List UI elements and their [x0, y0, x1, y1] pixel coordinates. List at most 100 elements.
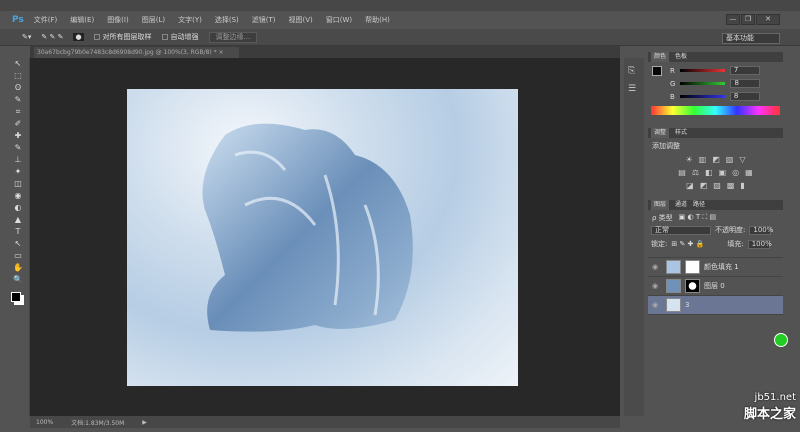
- tab-layers[interactable]: 图层: [651, 200, 670, 210]
- layers-panel: ρ 类型 ▣ ◐ T ⛶ ▤ 正常 不透明度: 100% 锁定: ⊞ ✎ ✚ 🔒 …: [648, 210, 783, 315]
- layer-row[interactable]: ◉ 图层 0: [648, 277, 783, 296]
- watermark-name: 脚本之家: [743, 407, 796, 422]
- color-spectrum[interactable]: [651, 106, 780, 115]
- tool-button[interactable]: ◉: [6, 190, 30, 202]
- menu-help[interactable]: 帮助(H): [365, 15, 390, 25]
- document-size[interactable]: 文档:1.83M/3.50M: [71, 418, 124, 427]
- visibility-eye-icon[interactable]: ◉: [652, 263, 662, 271]
- visibility-eye-icon[interactable]: ◉: [652, 282, 662, 290]
- tab-swatches[interactable]: 色板: [675, 52, 687, 62]
- adjust-panel-tabs: 调整 样式: [648, 128, 783, 138]
- brush-mode-icons[interactable]: ✎ ✎ ✎: [41, 33, 63, 41]
- adjustment-icons-row-1[interactable]: ☀ ▥ ◩ ▧ ▽: [648, 155, 783, 164]
- g-slider[interactable]: [680, 82, 726, 85]
- menu-view[interactable]: 视图(V): [289, 15, 313, 25]
- refine-edge-button[interactable]: 调整边缘...: [208, 31, 258, 43]
- status-bar: 100% 文档:1.83M/3.50M ▶: [30, 416, 620, 428]
- layer-mask-thumbnail[interactable]: [685, 279, 700, 293]
- close-button[interactable]: ✕: [756, 14, 780, 25]
- color-panel: R 7 G 8 B 8: [648, 62, 783, 128]
- blend-mode-select[interactable]: 正常: [651, 225, 711, 235]
- menu-filter[interactable]: 滤镜(T): [252, 15, 276, 25]
- document-tab-title: 30a67bcbg79b0e7483c8d6908d90.jpg @ 100%(…: [37, 49, 217, 56]
- layer-name[interactable]: 颜色填充 1: [704, 262, 739, 272]
- opacity-input[interactable]: 100%: [749, 225, 773, 235]
- b-slider[interactable]: [679, 95, 725, 98]
- lock-icons[interactable]: ⊞ ✎ ✚ 🔒: [671, 240, 723, 248]
- tool-button[interactable]: ⌗: [6, 106, 30, 118]
- b-label: B: [670, 92, 675, 101]
- tab-adjustments[interactable]: 调整: [651, 128, 670, 138]
- zoom-level[interactable]: 100%: [36, 419, 53, 426]
- menu-edit[interactable]: 编辑(E): [70, 15, 94, 25]
- menu-window[interactable]: 窗口(W): [326, 15, 352, 25]
- filter-icons[interactable]: ▣ ◐ T ⛶ ▤: [679, 213, 716, 221]
- tool-button[interactable]: ▭: [6, 250, 30, 262]
- sample-all-label: 对所有图层取样: [102, 33, 152, 41]
- workspace-select[interactable]: 基本功能: [722, 33, 780, 44]
- tool-button[interactable]: ✐: [6, 118, 30, 130]
- quick-select-tool-icon[interactable]: ✎▾: [22, 33, 31, 41]
- b-value-input[interactable]: 8: [729, 92, 760, 101]
- tool-button[interactable]: ʘ: [6, 82, 30, 94]
- color-swatches[interactable]: [11, 292, 21, 302]
- menu-file[interactable]: 文件(F): [34, 15, 58, 25]
- tool-button[interactable]: ✎: [6, 142, 30, 154]
- brush-size-icon[interactable]: ●: [73, 33, 84, 41]
- minimize-button[interactable]: —: [726, 14, 740, 25]
- tool-button[interactable]: ✎: [6, 94, 30, 106]
- layer-thumbnail: [666, 260, 681, 274]
- document-tab[interactable]: 30a67bcbg79b0e7483c8d6908d90.jpg @ 100%(…: [34, 47, 239, 58]
- auto-enhance-checkbox[interactable]: 自动增强: [161, 32, 199, 42]
- tab-channels[interactable]: 通道: [675, 200, 687, 210]
- tool-button[interactable]: T: [6, 226, 30, 238]
- sample-all-checkbox[interactable]: 对所有图层取样: [93, 32, 152, 42]
- tool-button[interactable]: ✦: [6, 166, 30, 178]
- menu-bar: Ps 文件(F) 编辑(E) 图像(I) 图层(L) 文字(Y) 选择(S) 滤…: [0, 11, 800, 29]
- g-value-input[interactable]: 8: [730, 79, 761, 88]
- close-tab-icon[interactable]: ×: [219, 49, 224, 56]
- panel-dock: ⎘ ☰: [624, 58, 644, 416]
- r-slider[interactable]: [679, 69, 725, 72]
- restore-button[interactable]: ❐: [741, 14, 755, 25]
- foreground-color-swatch[interactable]: [652, 66, 662, 76]
- layer-row-selected[interactable]: ◉ 3: [648, 296, 783, 315]
- menu-select[interactable]: 选择(S): [215, 15, 239, 25]
- tool-button[interactable]: ↖: [6, 238, 30, 250]
- r-value-input[interactable]: 7: [729, 66, 760, 75]
- menu-image[interactable]: 图像(I): [107, 15, 129, 25]
- history-icon[interactable]: ⎘: [628, 66, 640, 76]
- tool-button[interactable]: ▲: [6, 214, 30, 226]
- layers-panel-tabs: 图层 通道 路径: [648, 200, 783, 210]
- menu-layer[interactable]: 图层(L): [142, 15, 165, 25]
- tool-button[interactable]: ↖: [6, 58, 30, 70]
- watermark: jb51.net 脚本之家: [744, 392, 796, 422]
- tool-button[interactable]: ✚: [6, 130, 30, 142]
- status-arrow-icon[interactable]: ▶: [142, 419, 147, 426]
- add-adjustment-label: 添加调整: [652, 142, 680, 150]
- visibility-eye-icon[interactable]: ◉: [652, 301, 662, 309]
- fill-label: 填充:: [727, 240, 744, 248]
- tool-button[interactable]: ◫: [6, 178, 30, 190]
- tool-button[interactable]: ⬚: [6, 70, 30, 82]
- adjustment-icons-row-3[interactable]: ◪ ◩ ▨ ▩ ▮: [648, 181, 783, 190]
- auto-enhance-label: 自动增强: [170, 33, 199, 41]
- layer-name[interactable]: 图层 0: [704, 281, 725, 291]
- properties-icon[interactable]: ☰: [628, 84, 640, 94]
- layer-mask-thumbnail[interactable]: [685, 260, 700, 274]
- layer-filter-row: ρ 类型 ▣ ◐ T ⛶ ▤: [648, 210, 783, 223]
- layer-row[interactable]: ◉ 颜色填充 1: [648, 258, 783, 277]
- fill-input[interactable]: 100%: [747, 239, 772, 249]
- adjustment-icons-row-2[interactable]: ▤ ⚖ ◧ ▣ ◎ ▦: [648, 168, 783, 177]
- tool-button[interactable]: ✋: [6, 262, 30, 274]
- tab-color[interactable]: 颜色: [651, 52, 670, 62]
- tab-styles[interactable]: 样式: [675, 128, 687, 138]
- tool-button[interactable]: ◐: [6, 202, 30, 214]
- layer-kind-filter[interactable]: ρ 类型: [652, 213, 673, 222]
- layer-name[interactable]: 3: [685, 301, 689, 309]
- tool-button[interactable]: ⊥: [6, 154, 30, 166]
- tab-paths[interactable]: 路径: [693, 200, 705, 210]
- color-panel-tabs: 颜色 色板: [648, 52, 783, 62]
- tool-button[interactable]: 🔍: [6, 274, 30, 286]
- menu-type[interactable]: 文字(Y): [178, 15, 202, 25]
